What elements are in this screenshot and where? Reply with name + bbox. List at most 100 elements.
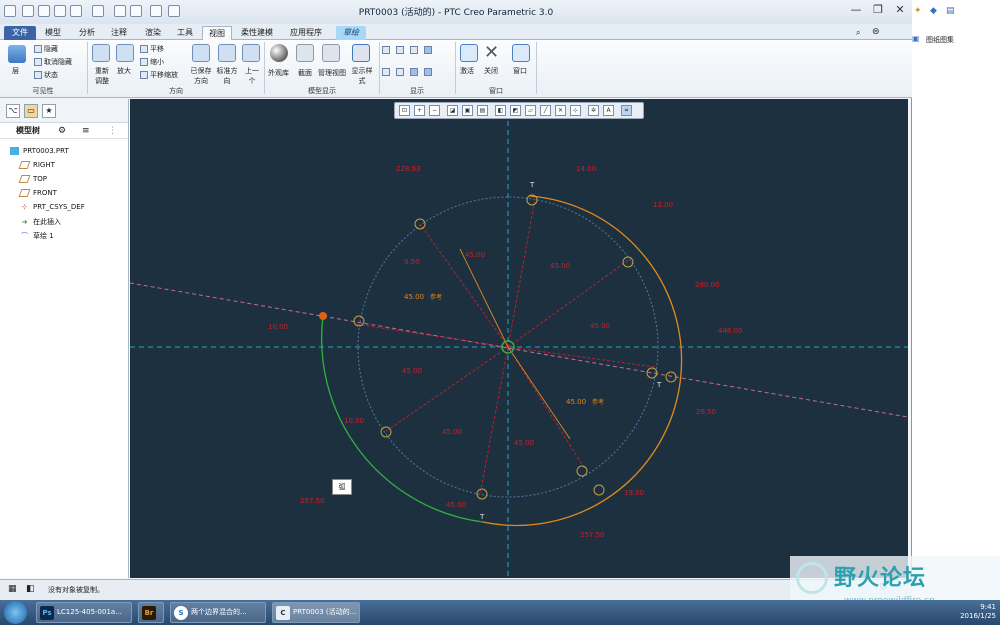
previous-orientation-icon[interactable] [242,44,260,62]
dimension-text[interactable]: 228.93 [396,165,421,173]
navigator-toggle-icon[interactable]: ▦ [8,584,17,594]
point-tag-icon[interactable] [410,68,418,76]
zoom-out-button[interactable]: 缩小 [140,57,164,67]
minimize-icon[interactable]: — [846,2,866,18]
pan-button[interactable]: 平移 [140,44,164,54]
dimension-text[interactable]: 446.00 [718,327,743,335]
layer-icon[interactable] [8,45,26,63]
standard-orientation-icon[interactable] [218,44,236,62]
dimension-text[interactable]: 257.50 [300,497,325,505]
tree-item-part[interactable]: PRT0003.PRT [10,147,69,155]
dimension-text[interactable]: 45.00 [590,322,610,330]
dimension-text[interactable]: 45.00 [446,501,466,509]
close-x-icon[interactable]: ✕ [484,42,499,63]
tab-tools[interactable]: 工具 [172,26,198,40]
windows-list-icon[interactable] [512,44,530,62]
tab-analysis[interactable]: 分析 [74,26,100,40]
dimension-text[interactable]: 45.00 [566,398,586,406]
dimension-text[interactable]: 26.50 [696,408,716,416]
activate-button[interactable]: 激活 [460,66,474,76]
tab-applications[interactable]: 应用程序 [284,26,328,40]
dimension-text[interactable]: 45.00 [404,293,424,301]
refit-button[interactable]: 重新调整 [92,66,112,86]
graphics-area[interactable]: ⊡ + − ◪ ▣ ▤ ◧ ◩ ▱ ╱ ✕ ⊹ ✲ A ⌗ T T T 228.… [130,99,908,578]
tab-sketch[interactable]: 草绘 [336,26,366,40]
dimension-text[interactable]: 14.00 [576,165,596,173]
csys-display-icon[interactable] [424,46,432,54]
browser-toggle-icon[interactable]: ◧ [26,584,35,594]
tab-annotate[interactable]: 注释 [106,26,132,40]
dimension-text[interactable]: 45.00 [550,262,570,270]
display-style-icon[interactable] [352,44,370,62]
dimension-text[interactable]: 19.00 [624,489,644,497]
maximize-icon[interactable]: ❐ [868,2,888,18]
point-display-icon[interactable] [410,46,418,54]
taskbar-item-browser[interactable]: S 两个边界混合的... [170,602,266,623]
sketch-canvas[interactable]: T T T 228.93 14.00 12.00 9.50 45.00 45.0… [130,99,908,578]
previous-orientation-button[interactable]: 上一个 [242,66,262,86]
section-button[interactable]: 截面 [298,68,312,78]
dimension-text[interactable]: 257.50 [580,531,605,539]
saved-orientation-button[interactable]: 已保存方向 [190,66,212,86]
zoom-in-button[interactable]: 放大 [117,66,131,76]
taskbar-item-creo[interactable]: C PRT0003 (活动的... [272,602,360,623]
axis-tag-icon[interactable] [396,68,404,76]
dimension-text[interactable]: 9.50 [404,258,420,266]
status-button[interactable]: 状态 [34,70,58,80]
tree-item-front[interactable]: FRONT [18,189,57,197]
activate-icon[interactable] [460,44,478,62]
taskbar-item-bridge[interactable]: Br [138,602,164,623]
tree-columns-icon[interactable]: ⋮ [108,126,117,136]
plane-display-icon[interactable] [382,46,390,54]
tree-filter-icon[interactable]: ≡ [82,126,90,136]
tree-item-top[interactable]: TOP [18,175,47,183]
dimension-text[interactable]: 45.00 [402,367,422,375]
tree-item-insert-here[interactable]: ➜ 在此插入 [20,217,61,227]
tree-item-csys[interactable]: ⊹ PRT_CSYS_DEF [20,203,85,211]
tab-file[interactable]: 文件 [4,26,36,40]
dimension-text[interactable]: 45.00 [514,439,534,447]
folder-browser-tab-icon[interactable]: ▭ [24,104,38,118]
favorites-tab-icon[interactable]: ★ [42,104,56,118]
dimension-text[interactable]: 12.00 [653,201,673,209]
tab-view[interactable]: 视图 [202,26,232,40]
tab-model[interactable]: 模型 [40,26,66,40]
close-icon[interactable]: ✕ [890,2,910,18]
dimension-text[interactable]: 280.00 [695,281,720,289]
appearance-gallery-button[interactable]: 外观库 [268,68,289,78]
axis-display-icon[interactable] [396,46,404,54]
csys-tag-icon[interactable] [424,68,432,76]
section-icon[interactable] [296,44,314,62]
standard-orientation-button[interactable]: 标准方向 [216,66,238,86]
dimension-text[interactable]: 45.00 [442,428,462,436]
appearance-gallery-icon[interactable] [270,44,288,62]
tree-item-sketch[interactable]: ⌒ 草绘 1 [20,231,54,241]
windows-button[interactable]: 窗口 [513,66,527,76]
start-button[interactable] [4,601,27,624]
arc-endpoint[interactable] [319,312,327,320]
tree-item-right[interactable]: RIGHT [18,161,55,169]
layer-button[interactable]: 层 [12,66,19,76]
system-clock[interactable]: 9:41 2016/1/25 [948,603,996,621]
plane-tag-icon[interactable] [382,68,390,76]
taskbar-item-photoshop[interactable]: Ps LC125-405-001a... [36,602,132,623]
dimension-text[interactable]: 10.00 [268,323,288,331]
hide-button[interactable]: 隐藏 [34,44,58,54]
manage-views-icon[interactable] [322,44,340,62]
manage-views-button[interactable]: 管理视图 [318,68,346,78]
saved-orientation-icon[interactable] [192,44,210,62]
help-icon[interactable]: ⊜ [872,27,880,37]
display-style-button[interactable]: 显示样式 [350,66,374,86]
dimension-text[interactable]: 10.00 [344,417,364,425]
model-tree-tab-icon[interactable]: ⌥ [6,104,20,118]
unhide-button[interactable]: 取消隐藏 [34,57,72,67]
close-button[interactable]: 关闭 [484,66,498,76]
search-icon[interactable]: ⌕ [856,28,860,38]
pan-zoom-button[interactable]: 平移缩放 [140,70,178,80]
tab-flexible-modeling[interactable]: 柔性建模 [236,26,278,40]
tab-render[interactable]: 渲染 [140,26,166,40]
tree-settings-icon[interactable]: ⚙ [58,126,66,136]
zoom-in-icon[interactable] [116,44,134,62]
dimension-text[interactable]: 45.00 [465,251,485,259]
refit-icon[interactable] [92,44,110,62]
